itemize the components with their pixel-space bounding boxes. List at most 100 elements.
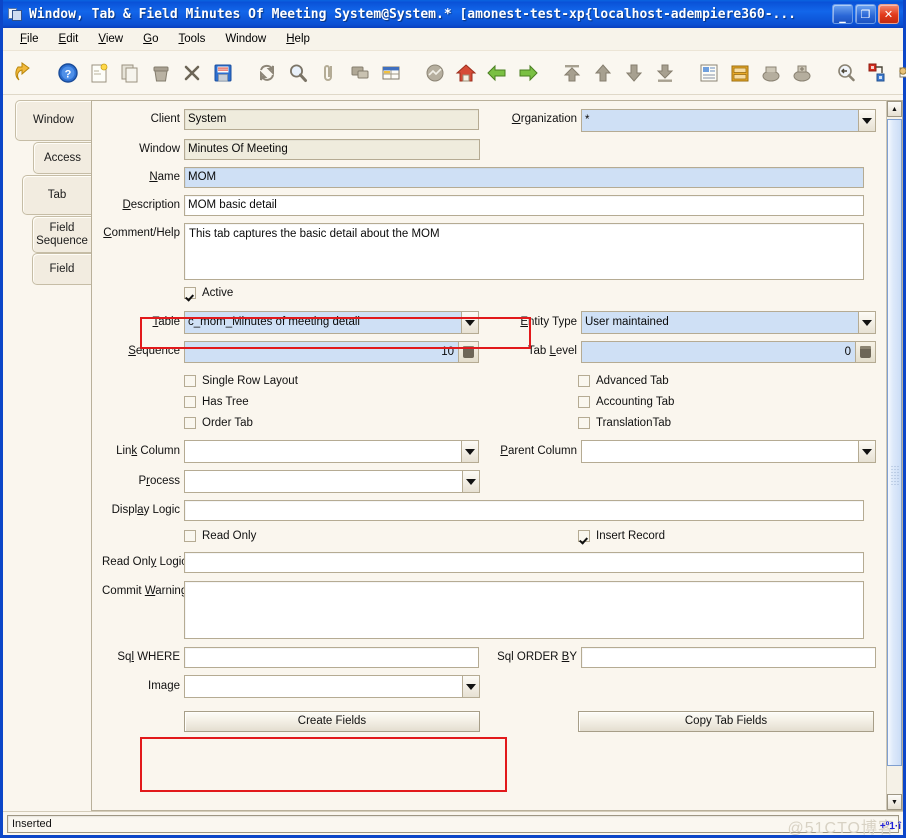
sidebar-item-field[interactable]: Field	[32, 253, 91, 285]
chevron-down-icon[interactable]	[858, 110, 875, 131]
active-workflow-icon[interactable]	[862, 56, 892, 90]
sql-where-field[interactable]	[184, 647, 479, 668]
chevron-down-icon[interactable]	[461, 312, 478, 333]
delete-selection-icon[interactable]	[177, 56, 207, 90]
title-bar: Window, Tab & Field Minutes Of Meeting S…	[3, 0, 903, 28]
history-icon[interactable]	[420, 56, 450, 90]
print-preview-icon[interactable]	[756, 56, 786, 90]
sidebar-item-field-sequence[interactable]: Field Sequence	[32, 216, 91, 253]
minimize-button[interactable]: _	[832, 4, 853, 24]
has-tree-checkbox[interactable]	[184, 396, 196, 408]
translation-tab-checkbox[interactable]	[578, 417, 590, 429]
sidebar-item-tab[interactable]: Tab	[22, 175, 91, 215]
row-order-translation: Order Tab TranslationTab	[102, 417, 876, 429]
undo-icon[interactable]	[9, 56, 39, 90]
create-fields-button[interactable]: Create Fields	[184, 711, 480, 732]
chevron-down-icon[interactable]	[858, 312, 875, 333]
calculator-icon[interactable]	[458, 342, 478, 362]
restore-button[interactable]: ❐	[855, 4, 876, 24]
comment-help-label: Comment/Help	[103, 227, 180, 239]
menu-go[interactable]: Go	[134, 31, 167, 47]
read-only-checkbox[interactable]	[184, 530, 196, 542]
advanced-tab-checkbox-row[interactable]: Advanced Tab	[578, 375, 669, 387]
chevron-down-icon[interactable]	[858, 441, 875, 462]
sidebar-item-window[interactable]: Window	[15, 100, 91, 141]
save-icon[interactable]	[208, 56, 238, 90]
description-field[interactable]: MOM basic detail	[184, 195, 864, 216]
read-only-logic-field[interactable]	[184, 552, 864, 573]
scrollbar-track[interactable]	[887, 117, 902, 794]
advanced-tab-checkbox[interactable]	[578, 375, 590, 387]
sql-order-by-field[interactable]	[581, 647, 876, 668]
active-checkbox[interactable]	[184, 287, 196, 299]
close-button[interactable]: ✕	[878, 4, 899, 24]
home-icon[interactable]	[451, 56, 481, 90]
link-column-value	[185, 441, 461, 462]
menu-help[interactable]: Help	[277, 31, 319, 47]
accounting-tab-checkbox-row[interactable]: Accounting Tab	[578, 396, 674, 408]
name-field[interactable]: MOM	[184, 167, 864, 188]
single-row-layout-checkbox-row[interactable]: Single Row Layout	[184, 375, 480, 387]
next-record-icon[interactable]	[513, 56, 543, 90]
chevron-down-icon[interactable]	[462, 676, 479, 697]
parent-column-combo[interactable]	[581, 440, 876, 463]
chevron-down-icon[interactable]	[462, 471, 479, 492]
attachment-icon[interactable]	[314, 56, 344, 90]
watermark-small-text: +º1·î	[879, 821, 901, 832]
sidebar-item-access[interactable]: Access	[33, 142, 91, 174]
link-column-combo[interactable]	[184, 440, 479, 463]
entity-type-combo[interactable]: User maintained	[581, 311, 876, 334]
menu-window[interactable]: Window	[216, 31, 275, 47]
report-icon[interactable]	[694, 56, 724, 90]
commit-warning-field[interactable]	[184, 581, 864, 639]
order-tab-checkbox[interactable]	[184, 417, 196, 429]
request-icon[interactable]	[893, 56, 906, 90]
read-only-checkbox-row[interactable]: Read Only	[184, 530, 480, 542]
organization-combo[interactable]: *	[581, 109, 876, 132]
display-logic-field[interactable]	[184, 500, 864, 521]
refresh-icon[interactable]	[252, 56, 282, 90]
zoom-across-icon[interactable]	[831, 56, 861, 90]
chevron-down-icon[interactable]	[461, 441, 478, 462]
process-combo[interactable]	[184, 470, 480, 493]
tab-level-spinner[interactable]: 0	[581, 341, 876, 363]
grid-toggle-icon[interactable]	[376, 56, 406, 90]
table-combo[interactable]: c_mom_Minutes of meeting detail	[184, 311, 479, 334]
menu-view[interactable]: View	[89, 31, 132, 47]
menu-file[interactable]: File	[11, 31, 48, 47]
print-icon[interactable]	[787, 56, 817, 90]
insert-record-checkbox[interactable]	[578, 530, 590, 542]
menu-edit[interactable]: Edit	[50, 31, 88, 47]
sequence-spinner[interactable]: 10	[184, 341, 479, 363]
new-record-icon[interactable]	[84, 56, 114, 90]
scroll-down-button[interactable]: ▼	[887, 794, 902, 810]
table-value: c_mom_Minutes of meeting detail	[188, 316, 360, 328]
previous-record-icon[interactable]	[482, 56, 512, 90]
first-record-icon[interactable]	[557, 56, 587, 90]
accounting-tab-checkbox[interactable]	[578, 396, 590, 408]
next-record-down-icon[interactable]	[619, 56, 649, 90]
order-tab-checkbox-row[interactable]: Order Tab	[184, 417, 480, 429]
active-checkbox-row[interactable]: Active	[184, 287, 233, 299]
calculator-icon[interactable]	[855, 342, 875, 362]
copy-record-icon[interactable]	[115, 56, 145, 90]
insert-record-checkbox-row[interactable]: Insert Record	[578, 530, 665, 542]
last-record-icon[interactable]	[650, 56, 680, 90]
menu-tools[interactable]: Tools	[169, 31, 214, 47]
vertical-scrollbar[interactable]: ▲ ▼	[886, 100, 903, 811]
single-row-layout-checkbox[interactable]	[184, 375, 196, 387]
comment-help-field[interactable]: This tab captures the basic detail about…	[184, 223, 864, 280]
archive-icon[interactable]	[725, 56, 755, 90]
delete-record-icon[interactable]	[146, 56, 176, 90]
help-icon[interactable]: ?	[53, 56, 83, 90]
find-icon[interactable]	[283, 56, 313, 90]
prior-record-icon[interactable]	[588, 56, 618, 90]
has-tree-checkbox-row[interactable]: Has Tree	[184, 396, 480, 408]
scroll-up-button[interactable]: ▲	[887, 101, 902, 117]
translation-tab-checkbox-row[interactable]: TranslationTab	[578, 417, 671, 429]
copy-tab-fields-button[interactable]: Copy Tab Fields	[578, 711, 874, 732]
scrollbar-thumb[interactable]	[887, 119, 902, 766]
chat-icon[interactable]	[345, 56, 375, 90]
active-label: Active	[202, 287, 234, 299]
image-combo[interactable]	[184, 675, 480, 698]
